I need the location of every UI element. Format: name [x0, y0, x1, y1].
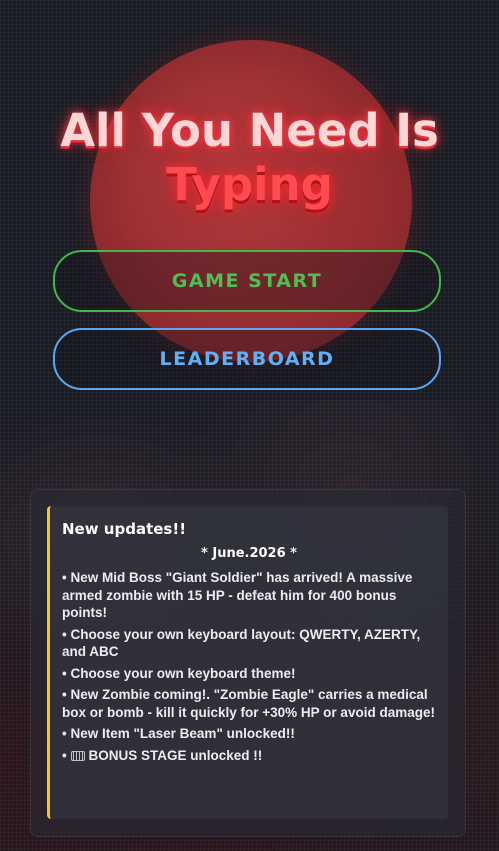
update-item: • New Item "Laser Beam" unlocked!! — [62, 726, 295, 741]
game-start-button[interactable]: GAME START — [53, 250, 441, 312]
update-item-bonus: • BONUS STAGE unlocked !! — [62, 747, 444, 765]
updates-notice: New updates!! * June.2026 * • New Mid Bo… — [47, 506, 448, 819]
updates-list: • New Mid Boss "Giant Soldier" has arriv… — [62, 569, 444, 768]
update-item-bonus-text: BONUS STAGE unlocked !! — [88, 747, 263, 763]
game-title-line1: All You Need Is — [60, 104, 439, 157]
update-item: • Choose your own keyboard theme! — [62, 665, 296, 681]
leaderboard-button[interactable]: LEADERBOARD — [53, 328, 441, 390]
update-item-bullet: • — [62, 747, 67, 763]
updates-date: * June.2026 * — [201, 546, 297, 561]
updates-heading: New updates!! — [62, 520, 187, 538]
update-item: • New Zombie coming!. "Zombie Eagle" car… — [62, 687, 435, 720]
update-item: • New Mid Boss "Giant Soldier" has arriv… — [62, 570, 413, 620]
game-title: All You Need Is Typing — [0, 104, 499, 212]
update-item: • Choose your own keyboard layout: QWERT… — [62, 626, 421, 660]
updates-panel: New updates!! * June.2026 * • New Mid Bo… — [30, 489, 466, 837]
game-title-line2: Typing — [166, 158, 333, 211]
keyboard-icon — [70, 750, 85, 761]
